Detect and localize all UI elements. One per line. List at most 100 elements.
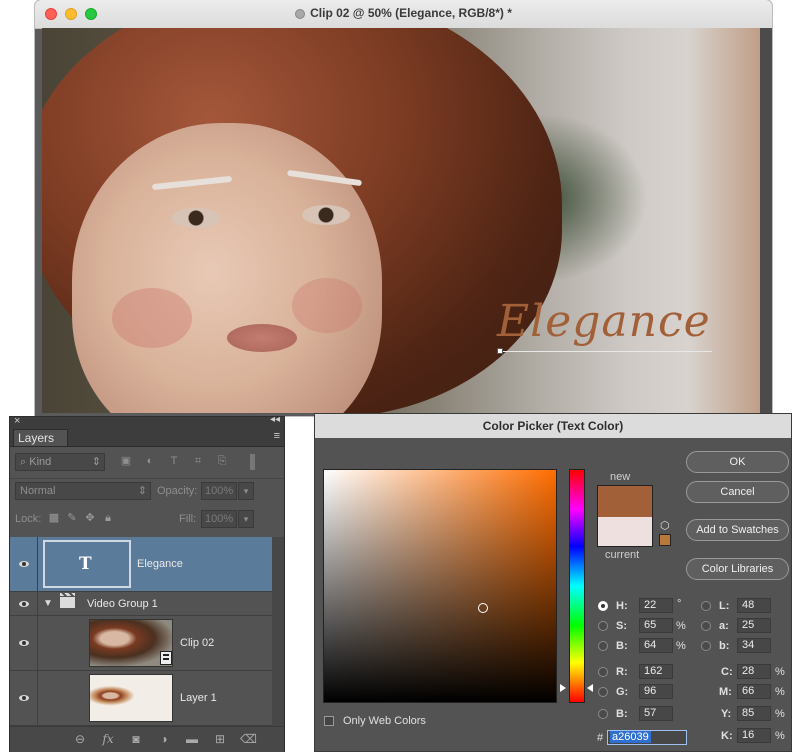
color-field[interactable]: [323, 469, 557, 703]
filter-row: ⌕ Kind ⇕ ▣ ◐ T ⌗ ⎘: [10, 450, 284, 474]
image-canvas[interactable]: Elegance: [42, 28, 760, 413]
fill-dropdown-icon[interactable]: ▾: [238, 510, 254, 528]
web-safe-color-swatch[interactable]: [659, 534, 671, 546]
layers-scrollbar[interactable]: [272, 537, 284, 726]
hex-value: a26039: [610, 731, 651, 743]
panel-menu-icon[interactable]: ≡: [274, 430, 280, 442]
type-filter-icon[interactable]: T: [168, 455, 180, 467]
color-libraries-button[interactable]: Color Libraries: [686, 558, 789, 580]
radio-blue[interactable]: [598, 709, 608, 719]
photo-face: [72, 123, 382, 413]
shape-filter-icon[interactable]: ⌗: [192, 455, 204, 467]
lock-image-icon[interactable]: ✎: [66, 512, 78, 524]
radio-red[interactable]: [598, 667, 608, 677]
radio-hue[interactable]: [598, 601, 608, 611]
out-of-gamut-cube-icon[interactable]: ⬡: [660, 519, 670, 532]
percent-unit: %: [775, 686, 785, 698]
visibility-toggle[interactable]: [10, 537, 38, 591]
layers-panel: × ◂◂ Layers ≡ ⌕ Kind ⇕ ▣ ◐ T ⌗ ⎘ Normal …: [9, 414, 285, 752]
hue-slider[interactable]: [569, 469, 585, 703]
lab-a-input[interactable]: 25: [737, 618, 771, 633]
cyan-input[interactable]: 28: [737, 664, 771, 679]
cyan-label: C:: [721, 666, 733, 678]
trash-icon[interactable]: ⌫: [240, 731, 257, 747]
cancel-button[interactable]: Cancel: [686, 481, 789, 503]
chevron-down-icon: ⇕: [91, 456, 101, 468]
adjustment-icon[interactable]: ◑: [156, 731, 172, 747]
magenta-input[interactable]: 66: [737, 684, 771, 699]
canvas-text-layer[interactable]: Elegance: [497, 296, 711, 347]
eye-icon: [19, 640, 29, 646]
link-icon[interactable]: ⊖: [72, 731, 88, 747]
panel-footer: ⊖ fx ◙ ◑ ▬ ⊞ ⌫: [10, 726, 284, 752]
hex-input[interactable]: a26039: [607, 730, 687, 745]
radio-brightness[interactable]: [598, 641, 608, 651]
opacity-dropdown-icon[interactable]: ▾: [238, 482, 254, 500]
collapse-icon[interactable]: ◂◂: [270, 414, 280, 425]
add-to-swatches-button[interactable]: Add to Swatches: [686, 519, 789, 541]
red-input[interactable]: 162: [639, 664, 673, 679]
hue-slider-handle-right[interactable]: [587, 684, 593, 692]
layer-row-video-group[interactable]: ▼ Video Group 1: [10, 592, 272, 616]
fill-label: Fill:: [179, 513, 197, 525]
new-layer-icon[interactable]: ⊞: [212, 731, 228, 747]
green-input[interactable]: 96: [639, 684, 673, 699]
opacity-input[interactable]: 100%: [201, 482, 237, 500]
layer-row-clip-02[interactable]: Clip 02: [10, 616, 272, 671]
visibility-toggle[interactable]: [10, 592, 38, 615]
only-web-colors-checkbox[interactable]: [324, 716, 334, 726]
fx-icon[interactable]: fx: [100, 731, 116, 747]
document-scrollbar[interactable]: [760, 28, 772, 416]
radio-lab-a[interactable]: [701, 621, 711, 631]
lock-transparency-icon[interactable]: ▩: [48, 512, 60, 524]
blue-input[interactable]: 57: [639, 706, 673, 721]
adjustment-filter-icon[interactable]: ◐: [144, 455, 156, 467]
folder-icon[interactable]: ▬: [184, 731, 200, 747]
new-color-label: new: [610, 471, 631, 483]
current-color-swatch[interactable]: [597, 517, 653, 547]
filter-kind-label: Kind: [29, 456, 52, 468]
lock-all-icon[interactable]: 🔒︎: [102, 512, 114, 524]
hue-input[interactable]: 22: [639, 598, 673, 613]
filter-kind-select[interactable]: ⌕ Kind ⇕: [15, 453, 105, 471]
saturation-input[interactable]: 65: [639, 618, 673, 633]
radio-saturation[interactable]: [598, 621, 608, 631]
percent-unit: %: [775, 730, 785, 742]
hue-slider-handle-left[interactable]: [560, 684, 566, 692]
filter-toggle[interactable]: [250, 454, 255, 470]
blend-mode-select[interactable]: Normal ⇕: [15, 482, 151, 500]
mask-icon[interactable]: ◙: [128, 731, 144, 747]
radio-lab-b[interactable]: [701, 641, 711, 651]
brightness-input[interactable]: 64: [639, 638, 673, 653]
fill-input[interactable]: 100%: [201, 510, 237, 528]
close-icon[interactable]: ×: [14, 415, 20, 427]
magenta-label: M:: [719, 686, 732, 698]
percent-unit: %: [775, 666, 785, 678]
current-color-label: current: [605, 549, 640, 561]
radio-green[interactable]: [598, 687, 608, 697]
lab-b-input[interactable]: 34: [737, 638, 771, 653]
document-title: Clip 02 @ 50% (Elegance, RGB/8*) *: [310, 6, 512, 20]
radio-lightness[interactable]: [701, 601, 711, 611]
lightness-input[interactable]: 48: [737, 598, 771, 613]
lock-position-icon[interactable]: ✥: [84, 512, 96, 524]
black-input[interactable]: 16: [737, 728, 771, 743]
new-color-swatch: [597, 485, 653, 517]
smart-object-filter-icon[interactable]: ⎘: [216, 455, 228, 467]
layer-row-elegance[interactable]: T Elegance: [10, 537, 272, 592]
visibility-toggle[interactable]: [10, 616, 38, 670]
percent-unit: %: [676, 640, 686, 652]
visibility-toggle[interactable]: [10, 671, 38, 725]
color-field-cursor[interactable]: [478, 603, 488, 613]
document-titlebar[interactable]: Clip 02 @ 50% (Elegance, RGB/8*) *: [35, 0, 772, 29]
tab-layers[interactable]: Layers: [13, 429, 68, 446]
pixel-filter-icon[interactable]: ▣: [120, 455, 132, 467]
expand-caret-icon[interactable]: ▼: [43, 598, 53, 609]
ok-button[interactable]: OK: [686, 451, 789, 473]
yellow-input[interactable]: 85: [737, 706, 771, 721]
hue-label: H:: [616, 600, 628, 612]
yellow-label: Y:: [721, 708, 732, 720]
text-anchor-handle[interactable]: [497, 348, 503, 354]
text-layer-thumbnail: T: [43, 540, 131, 588]
layer-row-layer-1[interactable]: Layer 1: [10, 671, 272, 726]
